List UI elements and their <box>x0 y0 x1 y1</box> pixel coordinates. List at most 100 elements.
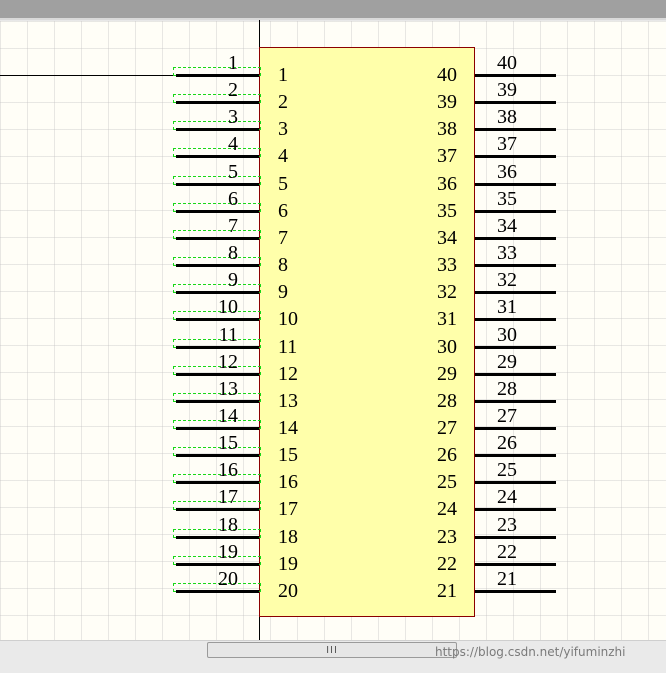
pin-line-right[interactable] <box>475 237 556 240</box>
pin-number-right: 35 <box>497 188 517 210</box>
pin-number-right: 33 <box>497 242 517 264</box>
pin-name-left: 3 <box>278 118 288 140</box>
pin-name-right: 34 <box>437 227 457 249</box>
pin-name-right: 35 <box>437 200 457 222</box>
pin-line-left[interactable] <box>176 74 259 77</box>
pin-line-right[interactable] <box>475 427 556 430</box>
scrollbar-thumb[interactable]: III <box>207 642 457 658</box>
pin-line-right[interactable] <box>475 128 556 131</box>
pin-line-right[interactable] <box>475 508 556 511</box>
pin-line-left[interactable] <box>176 183 259 186</box>
pin-line-right[interactable] <box>475 563 556 566</box>
pin-line-right[interactable] <box>475 454 556 457</box>
pin-number-left: 9 <box>228 269 238 291</box>
pin-line-left[interactable] <box>176 101 259 104</box>
pin-line-right[interactable] <box>475 318 556 321</box>
pin-name-right: 33 <box>437 254 457 276</box>
pin-name-right: 37 <box>437 145 457 167</box>
pin-line-left[interactable] <box>176 373 259 376</box>
pin-line-right[interactable] <box>475 346 556 349</box>
pin-line-right[interactable] <box>475 373 556 376</box>
pin-name-left: 1 <box>278 64 288 86</box>
pin-line-right[interactable] <box>475 481 556 484</box>
pin-name-left: 14 <box>278 417 298 439</box>
pin-line-left[interactable] <box>176 563 259 566</box>
pin-line-right[interactable] <box>475 264 556 267</box>
pin-name-right: 31 <box>437 308 457 330</box>
pin-number-right: 34 <box>497 215 517 237</box>
pin-number-left: 2 <box>228 79 238 101</box>
pin-line-left[interactable] <box>176 400 259 403</box>
pin-number-left: 5 <box>228 161 238 183</box>
pin-line-right[interactable] <box>475 210 556 213</box>
pin-name-left: 4 <box>278 145 288 167</box>
pin-number-right: 40 <box>497 52 517 74</box>
pin-number-left: 8 <box>228 242 238 264</box>
pin-name-left: 20 <box>278 580 298 602</box>
pin-name-right: 32 <box>437 281 457 303</box>
pin-name-right: 22 <box>437 553 457 575</box>
pin-line-right[interactable] <box>475 101 556 104</box>
pin-line-left[interactable] <box>176 318 259 321</box>
pin-name-left: 16 <box>278 471 298 493</box>
pin-line-left[interactable] <box>176 536 259 539</box>
pin-line-left[interactable] <box>176 155 259 158</box>
pin-line-left[interactable] <box>176 264 259 267</box>
net-wire[interactable] <box>0 75 176 76</box>
pin-name-right: 29 <box>437 363 457 385</box>
pin-name-right: 38 <box>437 118 457 140</box>
pin-name-left: 19 <box>278 553 298 575</box>
pin-number-left: 19 <box>218 541 238 563</box>
pin-name-right: 25 <box>437 471 457 493</box>
pin-line-left[interactable] <box>176 237 259 240</box>
pin-line-left[interactable] <box>176 210 259 213</box>
pin-number-right: 38 <box>497 106 517 128</box>
pin-number-right: 23 <box>497 514 517 536</box>
pin-line-right[interactable] <box>475 74 556 77</box>
pin-line-right[interactable] <box>475 590 556 593</box>
pin-name-right: 27 <box>437 417 457 439</box>
pin-number-right: 21 <box>497 568 517 590</box>
pin-name-left: 6 <box>278 200 288 222</box>
pin-name-left: 7 <box>278 227 288 249</box>
pin-line-left[interactable] <box>176 508 259 511</box>
pin-line-left[interactable] <box>176 481 259 484</box>
pin-name-left: 9 <box>278 281 288 303</box>
pin-line-right[interactable] <box>475 536 556 539</box>
pin-name-left: 2 <box>278 91 288 113</box>
pin-number-left: 7 <box>228 215 238 237</box>
pin-number-left: 13 <box>218 378 238 400</box>
pin-number-right: 29 <box>497 351 517 373</box>
pin-number-left: 12 <box>218 351 238 373</box>
pin-line-left[interactable] <box>176 346 259 349</box>
pin-line-left[interactable] <box>176 427 259 430</box>
pin-number-left: 14 <box>218 405 238 427</box>
pin-line-left[interactable] <box>176 291 259 294</box>
pin-line-left[interactable] <box>176 128 259 131</box>
pin-line-left[interactable] <box>176 454 259 457</box>
pin-name-right: 28 <box>437 390 457 412</box>
pin-number-left: 16 <box>218 459 238 481</box>
pin-name-left: 8 <box>278 254 288 276</box>
pin-line-left[interactable] <box>176 590 259 593</box>
pin-line-right[interactable] <box>475 291 556 294</box>
pin-line-right[interactable] <box>475 183 556 186</box>
pin-number-left: 6 <box>228 188 238 210</box>
pin-number-left: 15 <box>218 432 238 454</box>
pin-number-right: 25 <box>497 459 517 481</box>
pin-number-right: 37 <box>497 133 517 155</box>
pin-line-right[interactable] <box>475 155 556 158</box>
pin-number-right: 26 <box>497 432 517 454</box>
pin-name-right: 39 <box>437 91 457 113</box>
pin-name-left: 15 <box>278 444 298 466</box>
pin-number-left: 17 <box>218 486 238 508</box>
pin-number-left: 10 <box>218 296 238 318</box>
pin-number-left: 1 <box>228 52 238 74</box>
pin-number-right: 22 <box>497 541 517 563</box>
pin-name-left: 13 <box>278 390 298 412</box>
pin-name-left: 12 <box>278 363 298 385</box>
pin-line-right[interactable] <box>475 400 556 403</box>
pin-number-left: 11 <box>218 324 238 346</box>
pin-number-right: 36 <box>497 161 517 183</box>
pin-name-left: 18 <box>278 526 298 548</box>
